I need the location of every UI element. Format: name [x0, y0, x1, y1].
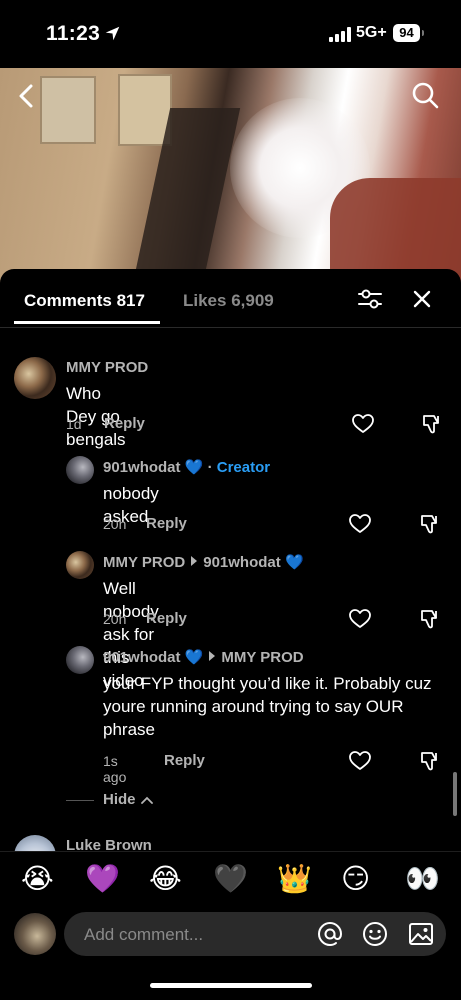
image-attach-icon[interactable] — [408, 921, 434, 947]
emoji-laughing[interactable]: 😂 — [149, 862, 182, 896]
video-preview[interactable] — [0, 68, 461, 283]
heart-icon[interactable] — [349, 514, 371, 534]
heart-icon[interactable] — [349, 609, 371, 629]
battery-icon: 94 — [393, 24, 420, 42]
dislike-icon[interactable] — [421, 413, 443, 435]
reply-button[interactable]: Reply — [164, 752, 205, 769]
emoji-crown[interactable]: 👑 — [277, 862, 312, 896]
emoji-black-heart[interactable]: 🖤 — [213, 862, 248, 896]
avatar[interactable] — [66, 551, 94, 579]
dislike-icon[interactable] — [419, 608, 441, 630]
scrollbar[interactable] — [453, 772, 457, 816]
active-tab-indicator — [14, 321, 160, 324]
filter-sliders-icon[interactable] — [357, 287, 383, 311]
comment-timestamp: 1d — [66, 416, 82, 432]
comment-username[interactable]: MMY PROD 901whodat 💙 — [103, 553, 304, 571]
heart-icon[interactable] — [352, 414, 374, 434]
emoji-crying[interactable]: 😭 — [21, 862, 54, 896]
chevron-up-icon[interactable] — [141, 796, 153, 804]
emoji-picker-icon[interactable] — [362, 921, 388, 947]
comment-username[interactable]: 901whodat 💙 MMY PROD — [103, 648, 304, 666]
battery-tip — [422, 30, 424, 36]
network-type: 5G+ — [356, 24, 387, 41]
reply-button[interactable]: Reply — [146, 515, 187, 532]
user-avatar[interactable] — [14, 913, 56, 955]
comment-timestamp: 20h — [103, 611, 127, 627]
video-subject-clothing — [330, 178, 461, 283]
status-bar: 11:23 5G+ 94 — [0, 0, 461, 68]
emoji-purple-heart[interactable]: 💜 — [85, 862, 120, 896]
location-arrow-icon — [105, 26, 120, 41]
reply-arrow-icon — [209, 651, 216, 661]
comment-input[interactable]: Add comment... — [64, 912, 446, 956]
reply-button[interactable]: Reply — [146, 610, 187, 627]
emoji-eyes[interactable]: 👀 — [405, 862, 440, 896]
wall-picture — [40, 76, 96, 144]
dislike-icon[interactable] — [419, 750, 441, 772]
hide-replies-button[interactable]: Hide — [103, 791, 136, 808]
cellular-signal-icon — [329, 27, 351, 42]
comment-input-placeholder: Add comment... — [84, 925, 204, 944]
hide-divider — [66, 800, 94, 801]
comment-timestamp: 20h — [103, 516, 127, 532]
home-indicator[interactable] — [150, 983, 312, 988]
reply-arrow-icon — [191, 556, 198, 566]
comment-text: your FYP thought you’d like it. Probably… — [103, 674, 432, 739]
close-icon[interactable] — [410, 287, 434, 311]
status-time: 11:23 — [46, 22, 101, 45]
avatar[interactable] — [66, 646, 94, 674]
avatar[interactable] — [66, 456, 94, 484]
creator-badge: Creator — [216, 459, 271, 476]
comment-username[interactable]: MMY PROD — [66, 359, 148, 376]
heart-icon[interactable] — [349, 751, 371, 771]
tab-comments[interactable]: Comments 817 — [24, 291, 145, 311]
dislike-icon[interactable] — [419, 513, 441, 535]
tab-likes[interactable]: Likes 6,909 — [183, 291, 274, 311]
comments-tabs: Comments 817 Likes 6,909 — [0, 269, 461, 328]
avatar[interactable] — [14, 357, 56, 399]
emoji-smirk[interactable]: 😏 — [341, 862, 370, 896]
comment-username[interactable]: 901whodat 💙 · Creator — [103, 458, 270, 476]
mention-at-icon[interactable] — [317, 921, 343, 947]
search-icon[interactable] — [410, 80, 440, 110]
reply-button[interactable]: Reply — [104, 415, 145, 432]
back-chevron-icon[interactable] — [14, 82, 40, 110]
emoji-quick-bar: 😭 💜 😂 🖤 👑 😏 👀 — [0, 851, 461, 908]
comment-timestamp: 1s ago — [103, 753, 127, 785]
